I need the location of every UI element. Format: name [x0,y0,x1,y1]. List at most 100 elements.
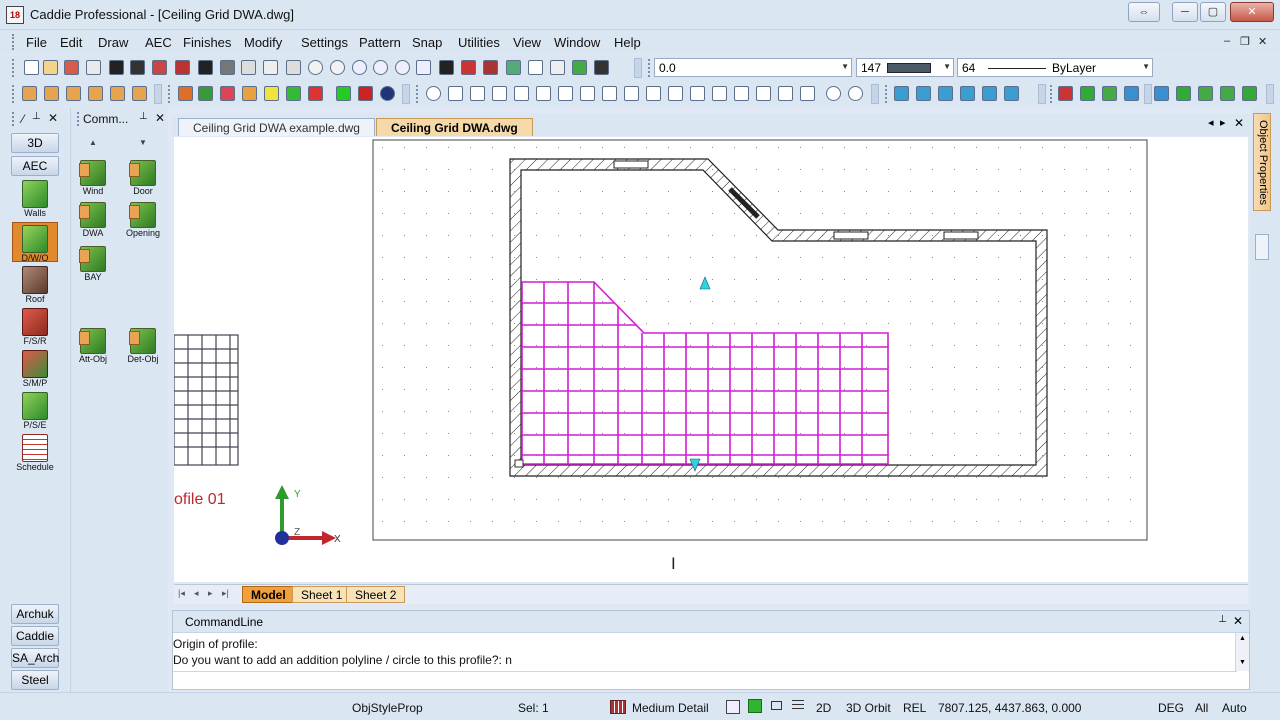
category-3d-button[interactable]: 3D [11,133,59,153]
close-button[interactable]: ✕ [1230,2,1274,22]
box-3d-icon[interactable] [22,86,37,101]
view-bottom-icon[interactable] [1004,86,1019,101]
tool-window[interactable]: Wind [73,160,113,196]
color-icon[interactable] [506,60,521,75]
arrow-tool-icon[interactable] [1124,86,1139,101]
menu-finishes[interactable]: Finishes [183,35,231,50]
export-icon[interactable] [175,60,190,75]
sheet-prev-icon[interactable]: ◂ [194,588,199,599]
toolbar-overflow[interactable] [1144,84,1152,104]
properties-icon[interactable] [528,60,543,75]
drawing-svg[interactable]: ofile 01 Y X Z I [174,137,1248,582]
object-style-property[interactable]: ObjStyleProp [352,701,423,715]
tool-pse[interactable]: P/S/E [12,392,58,430]
play-icon[interactable] [286,86,301,101]
hatch-icon[interactable] [602,86,617,101]
menu-utilities[interactable]: Utilities [458,35,500,50]
tab-sheet-1[interactable]: Sheet 1 [292,586,352,603]
polyline-icon[interactable] [448,86,463,101]
mdi-close-button[interactable]: ✕ [1258,35,1267,48]
menu-view[interactable]: View [513,35,541,50]
scroll-up-icon[interactable]: ▲ [89,138,97,147]
menu-pattern[interactable]: Pattern [359,35,401,50]
object-properties-tab[interactable]: Object Properties [1253,113,1271,211]
tab-ceiling-grid-dwa[interactable]: Ceiling Grid DWA.dwg [376,118,533,136]
toolbar-grip[interactable] [885,85,888,103]
cylinder-3d-icon[interactable] [66,86,81,101]
copy-move-icon[interactable] [536,86,551,101]
calculator-icon[interactable] [550,60,565,75]
view-iso-icon[interactable] [960,86,975,101]
category-caddie-button[interactable]: Caddie [11,626,59,646]
panel-grip[interactable] [12,112,15,126]
color-dropdown[interactable]: 147 ▼ [856,58,954,77]
tab-nav-right-icon[interactable]: ▸ [1220,116,1226,129]
close-icon[interactable]: ✕ [155,111,165,125]
app-icon[interactable]: 18 [6,6,24,24]
detail-level[interactable]: Medium Detail [632,701,709,715]
dimension-icon[interactable] [646,86,661,101]
tool-schedule[interactable]: Schedule [12,434,58,472]
command-input[interactable] [173,673,1237,689]
tool-walls[interactable]: Walls [12,180,58,218]
cone-3d-icon[interactable] [88,86,103,101]
orbit-icon[interactable] [380,86,395,101]
all-toggle[interactable]: All [1195,701,1208,715]
open-recent-icon[interactable] [64,60,79,75]
array-icon[interactable] [624,86,639,101]
zoom-window-icon[interactable] [395,60,410,75]
orbit-3d-toggle[interactable]: 3D Orbit [846,701,891,715]
block-insert-icon[interactable] [1058,86,1073,101]
window-symbol[interactable] [943,231,979,240]
maximize-button[interactable]: ▢ [1200,2,1226,22]
toolbar-overflow[interactable] [1038,84,1046,104]
tool-door[interactable]: Door [123,160,163,196]
polygon-icon[interactable] [756,86,771,101]
lineweight-icon[interactable] [792,700,804,712]
print-preview-icon[interactable] [198,60,213,75]
extrude-3d-icon[interactable] [132,86,147,101]
view-front-icon[interactable] [916,86,931,101]
tool-smp[interactable]: S/M/P [12,350,58,388]
undo-icon[interactable] [308,60,323,75]
subtract-icon[interactable] [220,86,235,101]
stretch-icon[interactable] [558,86,573,101]
open-file-icon[interactable] [43,60,58,75]
close-document-icon[interactable]: ✕ [1234,116,1244,130]
stairs-icon[interactable] [1102,86,1117,101]
edit-3d-icon[interactable] [178,86,193,101]
toolbar-grip[interactable] [12,85,15,103]
tool-det-obj[interactable]: Det-Obj [123,328,163,364]
zoom-in-icon[interactable] [352,60,367,75]
redo-icon[interactable] [330,60,345,75]
tool-roof[interactable]: Roof [12,266,58,304]
tool-dwo-selected[interactable]: D/W/O [12,222,58,263]
toolbar-overflow[interactable] [154,84,162,104]
toolbar-overflow[interactable] [1266,84,1274,104]
layer-manager-icon[interactable] [461,60,476,75]
tool-bay[interactable]: BAY [73,246,113,282]
close-icon[interactable]: ✕ [48,111,58,125]
explode-icon[interactable] [712,86,727,101]
menu-snap[interactable]: Snap [412,35,442,50]
toolbar-overflow[interactable] [634,58,642,78]
line-icon[interactable] [470,86,485,101]
pin-icon[interactable]: ⊥ [32,111,41,122]
menu-help[interactable]: Help [614,35,641,50]
pin-icon[interactable]: ⊥ [1218,614,1227,625]
tool-att-obj[interactable]: Att-Obj [73,328,113,364]
save-all-icon[interactable] [152,60,167,75]
minimize-button[interactable]: ─ [1172,2,1198,22]
text-icon[interactable] [439,60,454,75]
menu-draw[interactable]: Draw [98,35,128,50]
snap-toggle-icon[interactable] [748,699,762,713]
zoom-out-icon[interactable] [373,60,388,75]
menu-modify[interactable]: Modify [244,35,282,50]
snap-settings-icon[interactable] [483,60,498,75]
library-browser-icon[interactable] [1154,86,1169,101]
offset-icon[interactable] [778,86,793,101]
view-back-icon[interactable] [982,86,997,101]
elevation-dropdown[interactable]: 0.0 ▼ [654,58,852,77]
symbol-icon[interactable] [1176,86,1191,101]
window-symbol[interactable] [613,160,649,169]
